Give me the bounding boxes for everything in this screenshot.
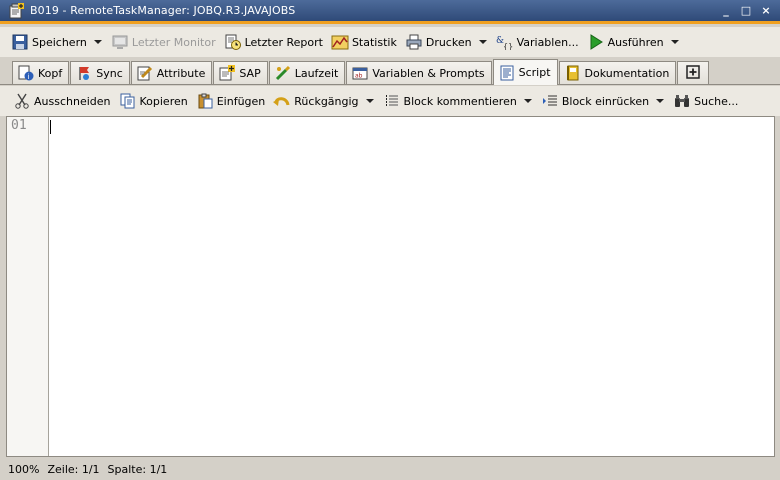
tab-laufzeit[interactable]: Laufzeit bbox=[268, 61, 346, 84]
tab-script-label: Script bbox=[518, 66, 551, 79]
tab-script[interactable]: Script bbox=[492, 59, 558, 85]
floppy-disk-icon bbox=[11, 33, 29, 51]
variables-icon: &{} bbox=[496, 33, 514, 51]
last-report-label: Letzter Report bbox=[244, 35, 323, 49]
tab-sap-label: SAP bbox=[239, 66, 261, 80]
tab-sync[interactable]: Sync bbox=[70, 61, 130, 84]
close-button[interactable]: × bbox=[758, 4, 774, 18]
comment-block-label: Block kommentieren bbox=[403, 94, 517, 108]
execute-label: Ausführen bbox=[607, 35, 664, 49]
app-icon bbox=[8, 2, 24, 19]
tab-kopf-label: Kopf bbox=[38, 66, 63, 80]
statistics-button[interactable]: Statistik bbox=[328, 31, 400, 53]
comment-block-button[interactable]: Block kommentieren bbox=[380, 90, 520, 112]
last-report-button[interactable]: Letzter Report bbox=[221, 31, 326, 53]
execute-button[interactable]: Ausführen bbox=[584, 31, 667, 53]
tab-variablen-prompts[interactable]: ab Variablen & Prompts bbox=[346, 61, 492, 84]
zoom-level: 100% bbox=[8, 462, 40, 476]
tab-sync-label: Sync bbox=[96, 66, 123, 80]
line-number-gutter: 01 bbox=[7, 117, 49, 456]
editor-toolbar: Ausschneiden Kopieren Einfügen Rückgängi… bbox=[0, 86, 780, 116]
main-toolbar: Speichern Letzter Monitor Letzter Report… bbox=[0, 27, 780, 57]
printer-icon bbox=[405, 33, 423, 51]
variables-button[interactable]: &{} Variablen... bbox=[493, 31, 582, 53]
save-dropdown-arrow[interactable] bbox=[92, 31, 104, 53]
title-bar: B019 - RemoteTaskManager: JOBQ.R3.JAVAJO… bbox=[0, 0, 780, 24]
tab-kopf[interactable]: i Kopf bbox=[12, 61, 70, 84]
undo-dropdown-arrow[interactable] bbox=[364, 90, 376, 112]
search-label: Suche... bbox=[694, 94, 739, 108]
header-info-icon: i bbox=[18, 65, 34, 81]
tab-attribute[interactable]: Attribute bbox=[130, 61, 213, 84]
maximize-button[interactable]: □ bbox=[738, 4, 754, 18]
indent-block-button[interactable]: Block einrücken bbox=[538, 90, 652, 112]
comment-block-icon bbox=[383, 92, 401, 110]
minimize-button[interactable]: _ bbox=[718, 4, 734, 18]
execute-dropdown-arrow[interactable] bbox=[669, 31, 681, 53]
monitor-icon bbox=[111, 33, 129, 51]
indent-block-label: Block einrücken bbox=[561, 94, 650, 108]
clipboard-paste-icon bbox=[196, 92, 214, 110]
last-monitor-button[interactable]: Letzter Monitor bbox=[108, 31, 219, 53]
attribute-pencil-icon bbox=[137, 65, 153, 81]
statistics-chart-icon bbox=[331, 33, 349, 51]
cut-button[interactable]: Ausschneiden bbox=[10, 90, 114, 112]
cut-label: Ausschneiden bbox=[34, 94, 111, 108]
line-indicator: Zeile: 1/1 bbox=[47, 462, 100, 476]
sync-flag-icon bbox=[76, 65, 92, 81]
indent-block-icon bbox=[541, 92, 559, 110]
tab-dokumentation[interactable]: Dokumentation bbox=[558, 61, 677, 84]
tab-laufzeit-label: Laufzeit bbox=[294, 66, 339, 80]
print-button[interactable]: Drucken bbox=[402, 31, 475, 53]
copy-button[interactable]: Kopieren bbox=[116, 90, 191, 112]
comment-block-dropdown-arrow[interactable] bbox=[522, 90, 534, 112]
text-caret bbox=[50, 120, 51, 134]
save-label: Speichern bbox=[32, 35, 87, 49]
window-title: B019 - RemoteTaskManager: JOBQ.R3.JAVAJO… bbox=[30, 4, 296, 17]
tab-dokumentation-label: Dokumentation bbox=[584, 66, 670, 80]
svg-text:i: i bbox=[28, 73, 30, 81]
last-monitor-label: Letzter Monitor bbox=[131, 35, 216, 49]
line-number: 01 bbox=[11, 118, 27, 133]
undo-button[interactable]: Rückgängig bbox=[270, 90, 361, 112]
code-area[interactable] bbox=[49, 117, 774, 456]
sap-icon bbox=[219, 65, 236, 81]
report-clock-icon bbox=[224, 33, 242, 51]
add-tab-icon bbox=[686, 64, 701, 82]
paste-button[interactable]: Einfügen bbox=[193, 90, 269, 112]
tab-variablen-prompts-label: Variablen & Prompts bbox=[372, 66, 485, 80]
status-bar: 100% Zeile: 1/1 Spalte: 1/1 bbox=[0, 458, 780, 480]
paste-label: Einfügen bbox=[216, 94, 266, 108]
search-button[interactable]: Suche... bbox=[670, 90, 741, 112]
script-editor[interactable]: 01 bbox=[6, 116, 775, 457]
save-button[interactable]: Speichern bbox=[8, 31, 90, 53]
svg-text:ab: ab bbox=[355, 73, 363, 80]
column-indicator: Spalte: 1/1 bbox=[107, 462, 168, 476]
indent-block-dropdown-arrow[interactable] bbox=[654, 90, 666, 112]
add-tab-button[interactable] bbox=[677, 61, 710, 84]
svg-text:{}: {} bbox=[503, 42, 513, 50]
undo-arrow-icon bbox=[273, 92, 291, 110]
tab-attribute-label: Attribute bbox=[156, 66, 206, 80]
play-icon bbox=[587, 33, 605, 51]
runtime-icon bbox=[275, 65, 291, 81]
script-icon bbox=[499, 65, 515, 81]
undo-label: Rückgängig bbox=[294, 94, 359, 108]
print-dropdown-arrow[interactable] bbox=[477, 31, 489, 53]
statistics-label: Statistik bbox=[351, 35, 397, 49]
tab-sap[interactable]: SAP bbox=[213, 61, 268, 84]
print-label: Drucken bbox=[425, 35, 472, 49]
variables-prompts-icon: ab bbox=[352, 65, 368, 81]
copy-icon bbox=[119, 92, 137, 110]
binoculars-icon bbox=[673, 92, 691, 110]
scissors-icon bbox=[13, 92, 31, 110]
variables-label: Variablen... bbox=[516, 35, 579, 49]
documentation-book-icon bbox=[565, 65, 581, 81]
copy-label: Kopieren bbox=[139, 94, 188, 108]
tab-bar: i Kopf Sync Attribute SAP Laufzeit ab Va… bbox=[0, 57, 780, 85]
